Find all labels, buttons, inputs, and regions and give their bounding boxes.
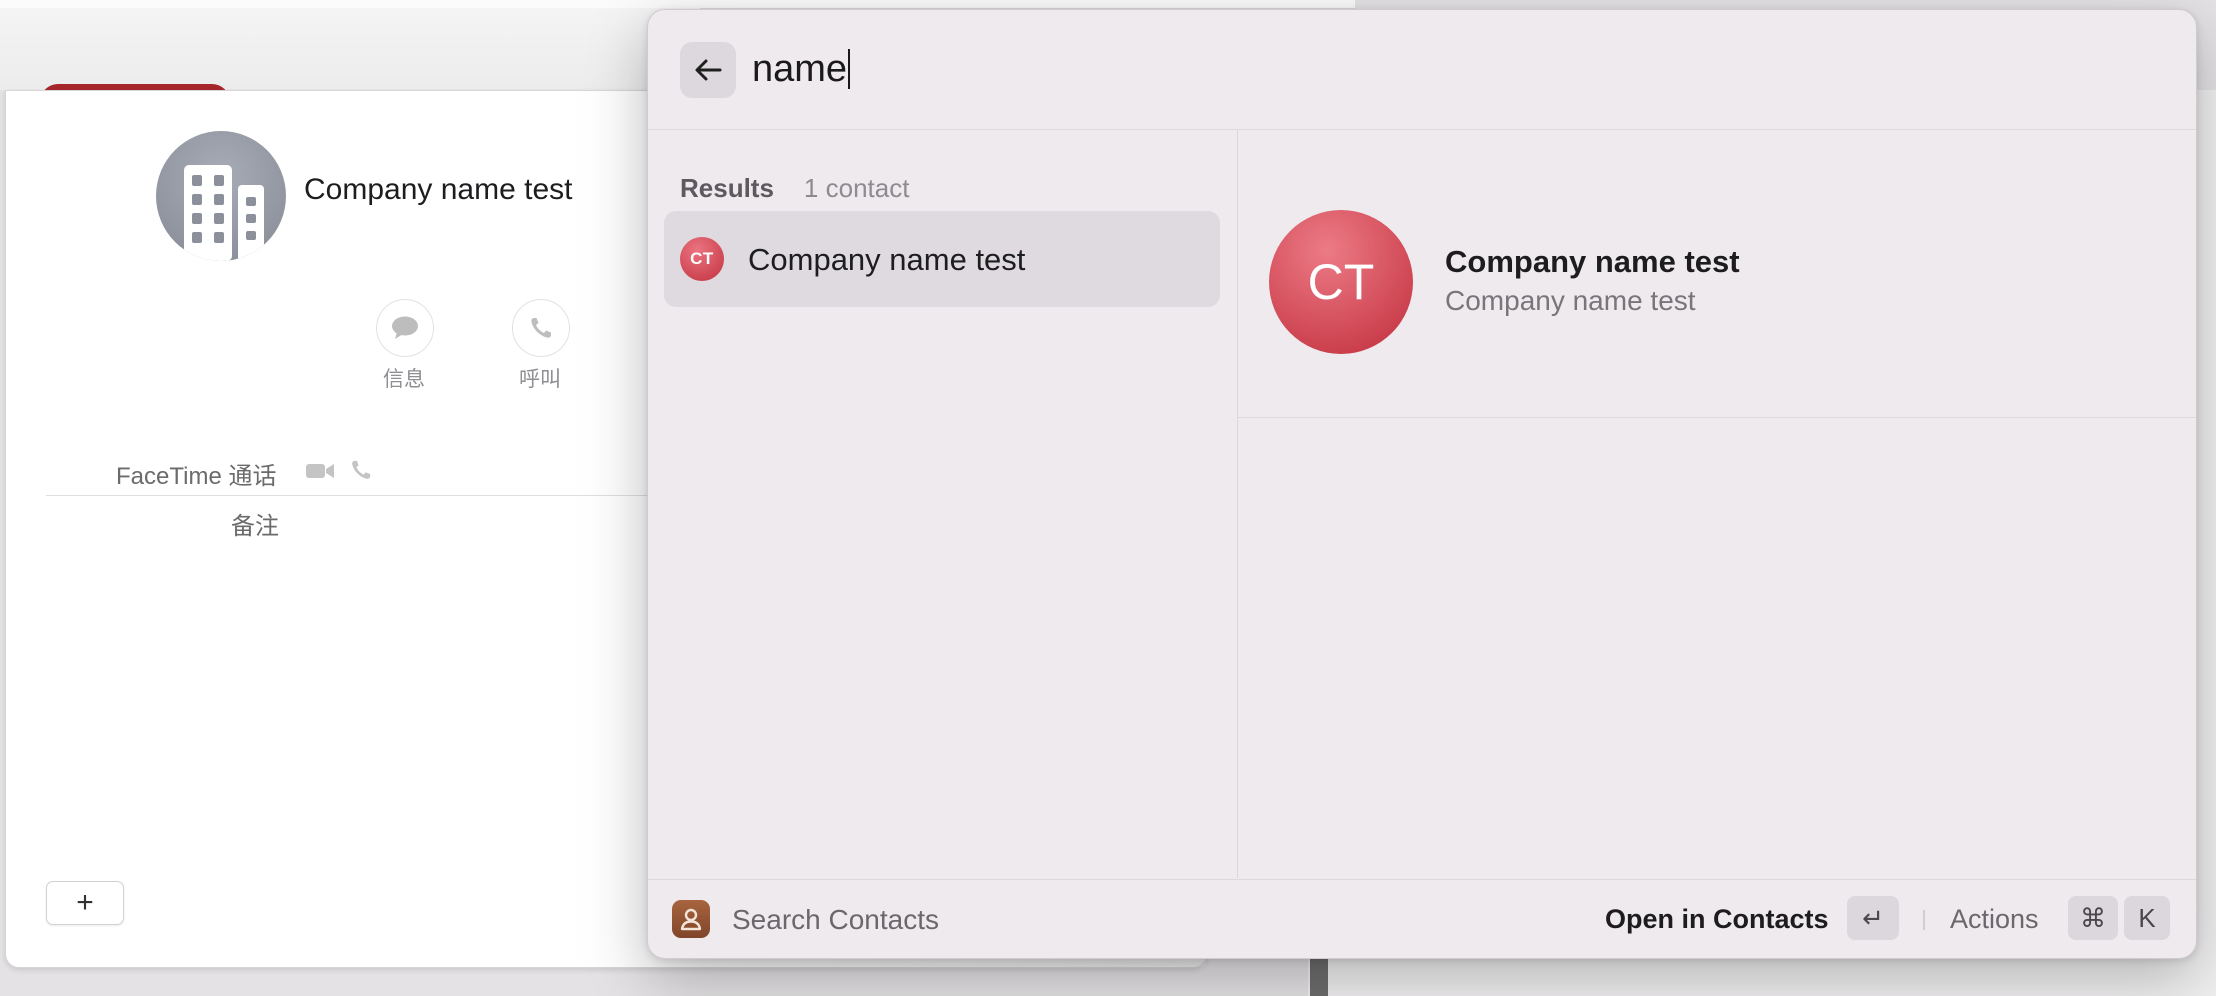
text-caret <box>848 49 851 89</box>
results-list: Results 1 contact CT Company name test <box>648 130 1238 878</box>
video-icon[interactable] <box>306 461 336 481</box>
command-key-hint: ⌘ <box>2068 896 2118 940</box>
back-button[interactable] <box>680 42 736 98</box>
audio-call-icon[interactable] <box>350 459 372 481</box>
enter-key-hint: ↵ <box>1847 896 1899 940</box>
message-icon <box>392 316 418 339</box>
detail-company: Company name test <box>1445 285 1696 316</box>
contacts-app-icon <box>672 900 710 938</box>
search-panel: name Results 1 contact CT Company name te… <box>647 9 2197 959</box>
facetime-label: FaceTime 通话 <box>116 463 277 490</box>
detail-avatar: CT <box>1269 210 1413 354</box>
list-item-label: Company name test <box>748 242 1026 277</box>
search-query-text: name <box>752 48 848 90</box>
detail-header: CT Company name test Company name test <box>1238 130 2196 418</box>
k-key-hint: K <box>2124 896 2170 940</box>
list-item[interactable]: CT Company name test <box>664 211 1220 307</box>
message-label: 信息 <box>383 368 425 391</box>
add-field-button[interactable]: + <box>46 881 124 925</box>
company-avatar <box>156 131 286 261</box>
background-scrollbar <box>1310 956 1328 996</box>
footer-separator <box>1923 910 1925 930</box>
notes-label: 备注 <box>231 513 279 540</box>
action-bar: Search Contacts Open in Contacts ↵ Actio… <box>648 879 2196 958</box>
contact-avatar: CT <box>680 237 724 281</box>
background-toolbar <box>0 8 700 90</box>
search-bar: name <box>648 10 2196 130</box>
results-title: Results <box>680 173 774 203</box>
call-button[interactable] <box>512 299 570 357</box>
message-button[interactable] <box>376 299 434 357</box>
actions-button[interactable]: Actions <box>1950 904 2039 935</box>
results-header: Results 1 contact <box>680 173 909 204</box>
results-count: 1 contact <box>803 173 910 203</box>
detail-pane: CT Company name test Company name test <box>1238 130 2196 878</box>
arrow-left-icon <box>695 59 722 81</box>
extension-title: Search Contacts <box>732 904 939 935</box>
call-label: 呼叫 <box>519 368 561 391</box>
search-input[interactable]: name <box>752 48 851 91</box>
facetime-actions <box>306 459 372 486</box>
building-icon <box>184 165 264 261</box>
detail-name: Company name test <box>1445 244 1740 279</box>
open-in-contacts-action[interactable]: Open in Contacts <box>1605 904 1829 935</box>
phone-icon <box>531 318 551 338</box>
contact-name: Company name test <box>304 173 573 206</box>
person-icon <box>680 908 702 931</box>
